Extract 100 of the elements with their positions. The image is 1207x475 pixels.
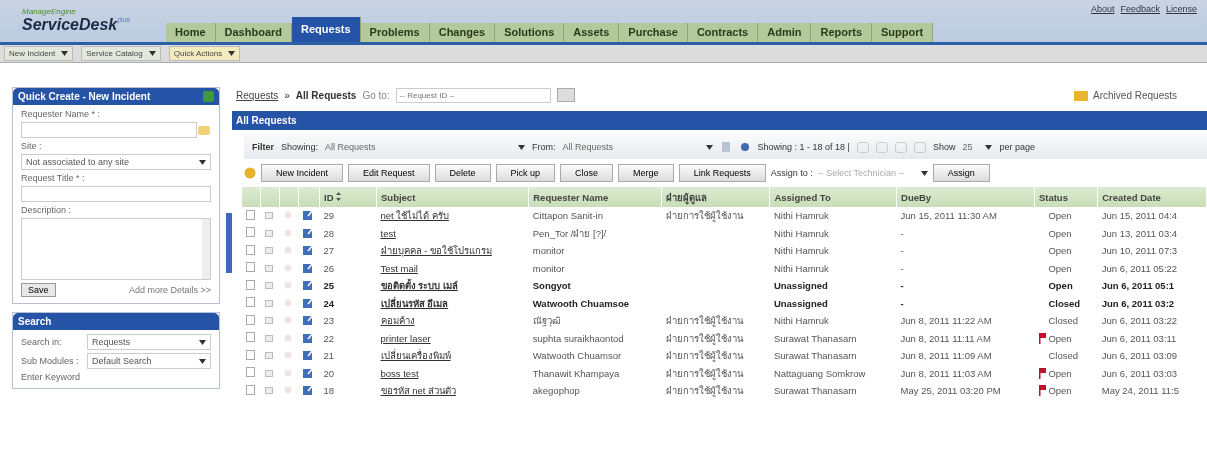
nav-tab[interactable]: Admin xyxy=(758,23,812,42)
more-details-link[interactable]: Add more Details >> xyxy=(129,285,212,295)
edit-icon[interactable] xyxy=(302,296,314,308)
subject-link[interactable]: คอมค้าง xyxy=(380,315,415,327)
first-page-button[interactable] xyxy=(856,141,869,153)
status-text: Open xyxy=(1047,262,1072,274)
nav-tab[interactable]: Reports xyxy=(811,23,873,42)
nav-tab[interactable]: Dashboard xyxy=(215,23,293,42)
edit-icon[interactable] xyxy=(302,226,314,238)
subject-link[interactable]: ขอติดตั้ง ระบบ เมล์ xyxy=(380,280,458,292)
column-header[interactable]: ID xyxy=(319,187,377,207)
subject-link[interactable]: เปลี่ยนเครื่องพิมพ์ xyxy=(380,350,451,362)
save-button[interactable]: Save xyxy=(21,283,56,297)
table-row[interactable]: 21 เปลี่ยนเครื่องพิมพ์ Watwooth Chuamsor ฝ่ายการใช้ผู้ใช้งาน Surawat Thanasarn Jun 8, 2011 11:09 AM Closed Jun 6, 2011 03:09 xyxy=(242,347,1207,365)
row-checkbox[interactable] xyxy=(246,227,255,238)
edit-icon[interactable] xyxy=(302,349,314,361)
table-row[interactable]: 26 Test mail monitor Nithi Hamruk - Open Jun 6, 2011 05:22 xyxy=(242,259,1207,277)
row-checkbox[interactable] xyxy=(246,297,255,308)
nav-tab[interactable]: Purchase xyxy=(619,23,688,42)
subject-link[interactable]: เปลี่ยนรหัส อีเมล xyxy=(380,297,449,309)
column-header[interactable]: ฝ่ายผู้ดูแล xyxy=(661,187,770,207)
from-dropdown[interactable]: All Requests xyxy=(562,142,713,152)
edit-icon[interactable] xyxy=(302,384,314,396)
menu-button[interactable]: Quick Actions xyxy=(168,46,241,61)
row-checkbox[interactable] xyxy=(246,314,255,325)
nav-tab[interactable]: Solutions xyxy=(495,23,565,42)
row-checkbox[interactable] xyxy=(246,262,255,273)
row-checkbox[interactable] xyxy=(246,332,255,343)
subject-link[interactable]: test xyxy=(380,227,396,239)
request-id-field[interactable]: -- Request ID -- xyxy=(395,87,551,103)
subject-link[interactable]: net ใช้ไม่ได้ ครับ xyxy=(380,210,449,222)
action-button[interactable]: Delete xyxy=(434,164,491,182)
nav-tab[interactable]: Problems xyxy=(360,23,430,42)
subject-link[interactable]: ขอรหัส net ส่วนตัว xyxy=(380,385,456,397)
site-dropdown[interactable]: Not associated to any site xyxy=(21,154,212,170)
input-field[interactable] xyxy=(21,122,198,138)
search-in-dropdown[interactable]: Requests xyxy=(87,334,212,350)
table-row[interactable]: 23 คอมค้าง ณัฐวุฒิ ฝ่ายการใช้ผู้ใช้งาน Nithi Hamruk Jun 8, 2011 11:22 AM Closed Jun 6, 2011 03:22 xyxy=(242,312,1207,330)
action-button[interactable]: Edit Request xyxy=(348,164,430,182)
collapse-handle[interactable] xyxy=(226,213,232,273)
action-button[interactable]: Merge xyxy=(618,164,674,182)
table-row[interactable]: 24 เปลี่ยนรหัส อีเมล Watwooth Chuamsoe Unassigned - Closed Jun 6, 2011 03:2 xyxy=(242,294,1207,312)
nav-tab[interactable]: Support xyxy=(872,23,934,42)
menu-button[interactable]: New Incident xyxy=(4,46,74,61)
go-button[interactable] xyxy=(556,88,575,102)
per-page-dropdown[interactable]: 25 xyxy=(962,142,993,152)
last-page-button[interactable] xyxy=(913,141,926,153)
column-header[interactable]: Status xyxy=(1034,187,1098,207)
nav-tab[interactable]: Requests xyxy=(292,17,361,42)
table-row[interactable]: 25 ขอติดตั้ง ระบบ เมล์ Songyot Unassigned - Open Jun 6, 2011 05:1 xyxy=(242,277,1207,295)
previous-page-button[interactable] xyxy=(875,141,888,153)
action-button[interactable]: New Incident xyxy=(261,164,344,182)
assign-button[interactable]: Assign xyxy=(932,164,990,182)
next-page-button[interactable] xyxy=(894,141,907,153)
table-row[interactable]: 18 ขอรหัส net ส่วนตัว akegophop ฝ่ายการใช้ผู้ใช้งาน Surawat Thanasarn May 25, 2011 03:20 PM Open May 24, 2011 11:5 xyxy=(242,382,1207,400)
table-row[interactable]: 20 boss test Thanawit Khampaya ฝ่ายการใช้ผู้ใช้งาน Nattaguang Somkrow Jun 8, 2011 11:03 AM Open Jun 6, 2011 03:03 xyxy=(242,364,1207,382)
edit-icon[interactable] xyxy=(302,366,314,378)
table-row[interactable]: 27 ฝ่ายบุคคล - ขอใช้โปรแกรม monitor Nithi Hamruk - Open Jun 10, 2011 07:3 xyxy=(242,242,1207,260)
table-row[interactable]: 29 net ใช้ไม่ได้ ครับ Cittapon Sanit-in ฝ่ายการใช้ผู้ใช้งาน Nithi Hamruk Jun 15, 2011 11:30 AM Open Jun 15, 2011 04:4 xyxy=(242,207,1207,225)
edit-icon[interactable] xyxy=(302,244,314,256)
edit-icon[interactable] xyxy=(302,331,314,343)
breadcrumb-link[interactable]: Requests xyxy=(236,89,279,101)
column-header[interactable]: Requester Name xyxy=(528,187,662,207)
column-header[interactable]: Created Date xyxy=(1097,187,1207,207)
archived-requests-link[interactable]: Archived Requests xyxy=(1093,89,1177,101)
subject-link[interactable]: printer laser xyxy=(380,332,431,344)
subject-link[interactable]: Test mail xyxy=(380,262,418,274)
edit-icon[interactable] xyxy=(302,261,314,273)
action-button[interactable]: Link Requests xyxy=(678,164,766,182)
edit-icon[interactable] xyxy=(302,279,314,291)
field-label: Search in: xyxy=(21,337,63,347)
nav-tab[interactable]: Home xyxy=(166,23,216,42)
description-field[interactable] xyxy=(21,218,212,280)
column-header[interactable]: Subject xyxy=(376,187,529,207)
table-row[interactable]: 22 printer laser suphta suraikhaontod ฝ่ายการใช้ผู้ใช้งาน Surawat Thanasarn Jun 8, 2011 11:11 AM Open Jun 6, 2011 03:11 xyxy=(242,329,1207,347)
row-checkbox[interactable] xyxy=(246,279,255,290)
row-checkbox[interactable] xyxy=(246,367,255,378)
row-checkbox[interactable] xyxy=(246,349,255,360)
nav-tab[interactable]: Assets xyxy=(564,23,620,42)
column-header[interactable]: DueBy xyxy=(896,187,1035,207)
edit-icon[interactable] xyxy=(302,314,314,326)
header-link[interactable]: License xyxy=(1165,4,1197,14)
header-link[interactable]: Feedback xyxy=(1120,4,1160,14)
table-row[interactable]: 28 test Pen_Tor /ฝ่าย [?]/ Nithi Hamruk - Open Jun 13, 2011 03:4 xyxy=(242,224,1207,242)
edit-icon[interactable] xyxy=(302,209,314,221)
input-field[interactable] xyxy=(21,186,212,202)
filter-dropdown[interactable]: All Requests xyxy=(325,142,526,152)
menu-button[interactable]: Service Catalog xyxy=(81,46,161,61)
sub-modules-dropdown[interactable]: Default Search xyxy=(87,353,212,369)
subject-link[interactable]: ฝ่ายบุคคล - ขอใช้โปรแกรม xyxy=(380,245,492,257)
row-checkbox[interactable] xyxy=(246,384,255,395)
header-link[interactable]: About xyxy=(1090,4,1115,14)
subject-link[interactable]: boss test xyxy=(380,367,419,379)
row-checkbox[interactable] xyxy=(246,244,255,255)
nav-tab[interactable]: Changes xyxy=(429,23,496,42)
action-button[interactable]: Close xyxy=(560,164,614,182)
nav-tab[interactable]: Contracts xyxy=(687,23,759,42)
column-header[interactable]: Assigned To xyxy=(769,187,897,207)
action-button[interactable]: Pick up xyxy=(495,164,556,182)
row-checkbox[interactable] xyxy=(246,209,255,220)
